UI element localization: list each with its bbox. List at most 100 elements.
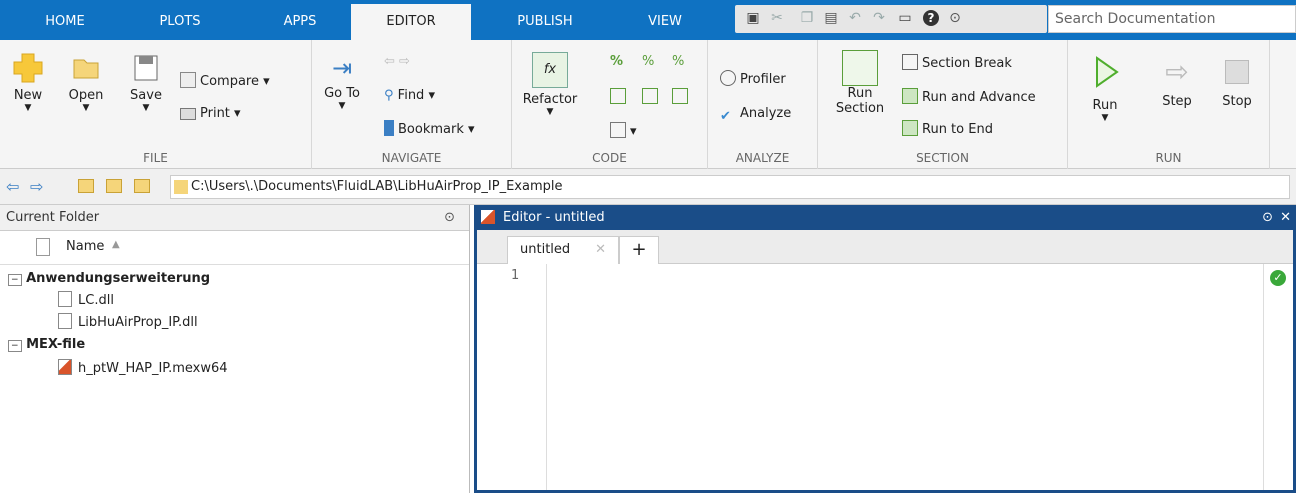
editor-menu-icon[interactable]: ⊙	[1262, 205, 1273, 230]
analyze-label: Analyze	[740, 106, 792, 121]
profiler-button[interactable]: Profiler	[720, 70, 786, 90]
save-icon[interactable]: ▣	[745, 10, 761, 26]
list-item[interactable]: LC.dll	[58, 291, 114, 308]
print-label: Print	[200, 106, 230, 121]
file-name: LibHuAirProp_IP.dll	[78, 315, 198, 330]
refactor-button[interactable]: fx Refactor ▼	[522, 52, 578, 117]
file-section: New ▼ Open ▼ Save ▼ Compare ▾ Print ▾ FI…	[0, 40, 312, 169]
editor-header: Editor - untitled ⊙ ✕	[477, 205, 1296, 230]
open-button[interactable]: Open ▼	[66, 50, 106, 113]
printer-icon	[180, 108, 196, 120]
run-to-end-icon	[902, 120, 918, 136]
run-advance-button[interactable]: Run and Advance	[902, 88, 1036, 108]
folder-icon	[174, 180, 188, 194]
run-section: Run ▼ ⇨ Step Stop RUN	[1068, 40, 1270, 169]
stop-button[interactable]: Stop	[1212, 54, 1262, 109]
switch-windows-icon[interactable]: ▭	[897, 10, 913, 26]
toolstrip-tab-bar: HOME PLOTS APPS EDITOR PUBLISH VIEW ▣ ✂ …	[0, 0, 1296, 40]
step-button[interactable]: ⇨ Step	[1152, 54, 1202, 109]
editor-panel: Editor - untitled ⊙ ✕ untitled ✕ + 1 ✓	[474, 205, 1296, 493]
run-advance-icon	[902, 88, 918, 104]
bookmark-button[interactable]: Bookmark ▾	[384, 120, 475, 140]
folder-search-icon[interactable]	[134, 179, 150, 193]
sort-ascending-icon: ▲	[112, 239, 120, 250]
ribbon: New ▼ Open ▼ Save ▼ Compare ▾ Print ▾ FI…	[0, 40, 1296, 169]
tab-view[interactable]: VIEW	[630, 0, 700, 40]
check-icon[interactable]: ✓	[1270, 270, 1286, 286]
up-folder-icon[interactable]	[78, 179, 94, 193]
new-tab-button[interactable]: +	[619, 236, 659, 264]
compare-label: Compare	[200, 74, 259, 89]
group-header[interactable]: − MEX-file	[8, 337, 85, 352]
tab-editor[interactable]: EDITOR	[351, 4, 471, 40]
editor-title: Editor - untitled	[503, 210, 605, 225]
code-area[interactable]	[547, 264, 1263, 490]
back-icon[interactable]: ⇦	[6, 177, 19, 196]
new-button[interactable]: New ▼	[10, 50, 46, 113]
bookmark-label: Bookmark	[398, 122, 464, 137]
panel-menu-icon[interactable]: ⊙	[444, 205, 455, 231]
run-section-button[interactable]: Run Section	[824, 50, 896, 116]
chevron-down-icon[interactable]: ⊙	[947, 10, 963, 26]
goto-label: Go To	[324, 86, 360, 101]
caret-icon: ▼	[338, 101, 346, 111]
group-header[interactable]: − Anwendungserweiterung	[8, 271, 210, 286]
section-break-label: Section Break	[922, 56, 1012, 71]
address-path-input[interactable]: C:\Users\.\Documents\FluidLAB\LibHuAirPr…	[170, 175, 1290, 199]
tab-untitled[interactable]: untitled ✕	[507, 236, 619, 264]
list-item[interactable]: h_ptW_HAP_IP.mexw64	[58, 359, 228, 376]
pencil-icon	[481, 210, 495, 224]
caret-icon: ▼	[142, 103, 150, 113]
tab-apps[interactable]: APPS	[265, 0, 335, 40]
list-item[interactable]: LibHuAirProp_IP.dll	[58, 313, 198, 330]
play-icon	[1096, 56, 1119, 88]
smart-indent-icon[interactable]	[610, 88, 626, 104]
uncomment-icon[interactable]: %	[642, 52, 654, 72]
line-number: 1	[511, 268, 520, 283]
back-forward-icon[interactable]: ⇦ ⇨	[384, 52, 410, 72]
compare-icon	[180, 72, 196, 88]
comment-icon[interactable]: %	[610, 52, 623, 72]
new-label: New	[13, 88, 43, 103]
tab-publish[interactable]: PUBLISH	[500, 0, 590, 40]
undo-icon[interactable]: ↶	[847, 10, 863, 26]
run-section-icon	[842, 50, 878, 86]
redo-icon[interactable]: ↷	[871, 10, 887, 26]
group-label: MEX-file	[26, 337, 86, 352]
print-button[interactable]: Print ▾	[180, 104, 241, 124]
copy-icon[interactable]: ❐	[799, 10, 815, 26]
paste-icon[interactable]: ▤	[823, 10, 839, 26]
open-label: Open	[68, 88, 104, 103]
close-icon[interactable]: ✕	[595, 237, 606, 263]
find-button[interactable]: ⚲ Find ▾	[384, 86, 435, 106]
search-documentation-input[interactable]: Search Documentation	[1048, 5, 1296, 33]
goto-button[interactable]: ⇥ Go To ▼	[320, 54, 364, 111]
save-label: Save	[130, 88, 162, 103]
tab-home[interactable]: HOME	[30, 0, 100, 40]
tab-plots[interactable]: PLOTS	[145, 0, 215, 40]
help-icon[interactable]: ?	[923, 10, 939, 26]
run-button[interactable]: Run ▼	[1080, 54, 1130, 123]
name-column-header[interactable]: Name ▲	[0, 231, 469, 265]
wrap-comments-icon[interactable]: %	[672, 52, 684, 72]
plus-icon: +	[631, 239, 647, 260]
code-section-label: CODE	[592, 151, 627, 165]
increase-indent-icon[interactable]	[672, 88, 688, 104]
function-icon: fx	[532, 52, 568, 88]
file-name: h_ptW_HAP_IP.mexw64	[78, 361, 228, 376]
run-to-end-button[interactable]: Run to End	[902, 120, 993, 140]
close-icon[interactable]: ✕	[1280, 205, 1291, 230]
cut-icon[interactable]: ✂	[769, 10, 785, 26]
decrease-indent-icon[interactable]	[642, 88, 658, 104]
compare-button[interactable]: Compare ▾	[180, 72, 270, 92]
browse-folder-icon[interactable]	[106, 179, 122, 193]
section-break-button[interactable]: Section Break	[902, 54, 1012, 74]
forward-icon[interactable]: ⇨	[30, 177, 43, 196]
save-button[interactable]: Save ▼	[126, 50, 166, 113]
mex-file-icon	[58, 359, 72, 375]
run-section-label-1: Run	[847, 86, 873, 101]
insert-function-button[interactable]: ▾	[610, 122, 637, 142]
plus-icon	[13, 53, 43, 83]
analyze-button[interactable]: ✔ Analyze	[720, 104, 791, 124]
section-section-label: SECTION	[916, 151, 969, 165]
